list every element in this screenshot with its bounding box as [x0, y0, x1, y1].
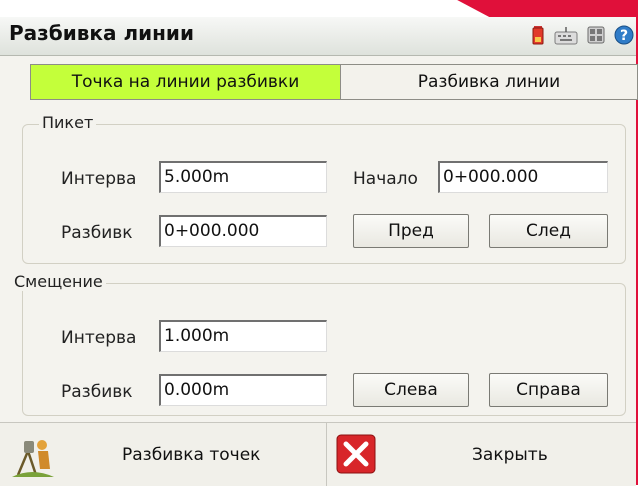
prev-button[interactable]: Пред [353, 214, 469, 248]
help-icon[interactable]: ? [614, 25, 634, 45]
battery-icon[interactable] [528, 25, 548, 45]
offset-interval-label: Интерва [61, 328, 137, 348]
grid-icon[interactable] [586, 25, 606, 45]
offset-stakeout-label: Разбивк [61, 382, 133, 402]
offset-group: Смещение Интерва 1.000m Разбивк 0.000m С… [11, 272, 626, 416]
offset-interval-input[interactable]: 1.000m [159, 320, 327, 352]
close-button[interactable]: Закрыть [328, 423, 636, 486]
piket-start-label: Начало [353, 169, 418, 189]
tab-bar: Точка на линии разбивки Разбивка линии [10, 64, 638, 102]
tab-point-on-line[interactable]: Точка на линии разбивки [30, 64, 341, 100]
offset-stakeout-input[interactable]: 0.000m [159, 374, 327, 406]
close-icon [336, 434, 376, 474]
piket-group: Пикет Интерва 5.000m Начало 0+000.000 Ра… [22, 113, 626, 264]
stake-points-label: Разбивка точек [122, 445, 261, 465]
piket-stakeout-input[interactable]: 0+000.000 [159, 215, 327, 247]
window-title: Разбивка линии [9, 21, 194, 45]
title-bar: Разбивка линии ? [0, 17, 636, 56]
surveyor-icon [12, 440, 54, 477]
piket-stakeout-label: Разбивк [61, 223, 133, 243]
left-button[interactable]: Слева [353, 373, 469, 407]
bottom-bar: Разбивка точек Закрыть [0, 422, 636, 486]
piket-interval-label: Интерва [61, 169, 137, 189]
piket-start-input[interactable]: 0+000.000 [438, 161, 608, 193]
svg-text:?: ? [620, 28, 628, 44]
offset-legend: Смещение [11, 272, 106, 291]
right-button[interactable]: Справа [489, 373, 608, 407]
stake-points-button[interactable]: Разбивка точек [0, 423, 327, 486]
close-label: Закрыть [472, 445, 548, 465]
piket-legend: Пикет [39, 113, 97, 132]
app-window: Разбивка линии ? Точка на линии разбивки… [0, 17, 638, 486]
keyboard-icon[interactable] [554, 25, 578, 45]
next-button[interactable]: След [489, 214, 608, 248]
tab-line-stakeout[interactable]: Разбивка линии [340, 64, 638, 100]
piket-interval-input[interactable]: 5.000m [159, 161, 327, 193]
